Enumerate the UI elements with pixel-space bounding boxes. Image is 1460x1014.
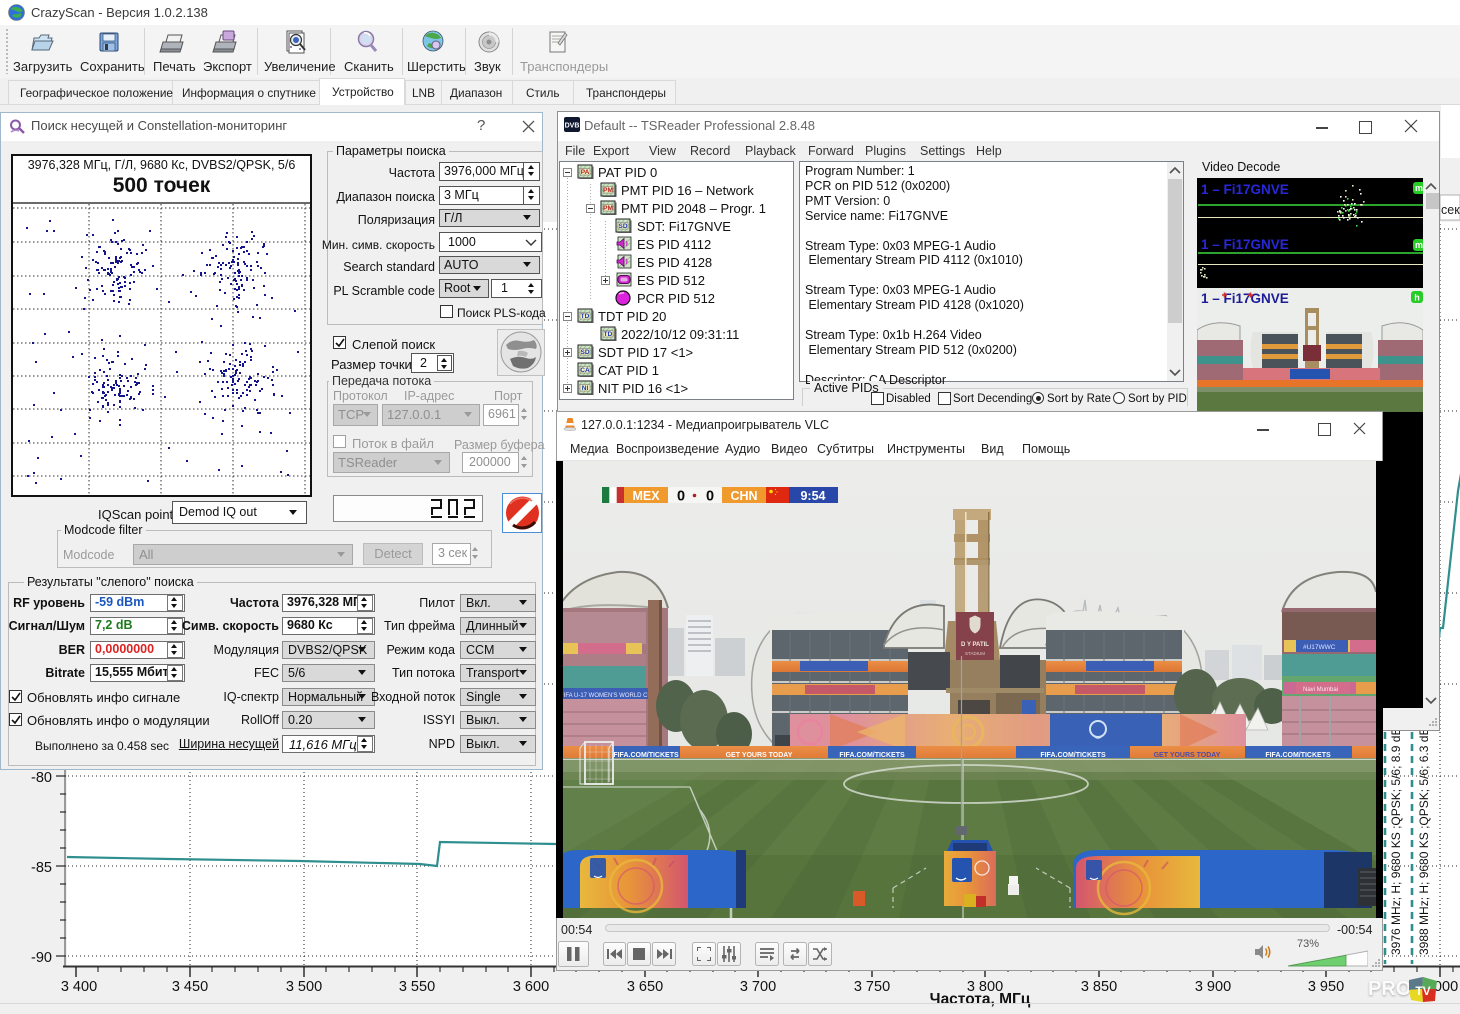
- svg-text:PM: PM: [603, 205, 613, 212]
- svg-text:-80: -80: [31, 770, 52, 786]
- svg-text:SD: SD: [618, 223, 627, 230]
- svg-text:3 750: 3 750: [854, 979, 890, 995]
- svg-text:3 850: 3 850: [1081, 979, 1117, 995]
- svg-text:3 600: 3 600: [513, 979, 549, 995]
- svg-text:3976 MHz; H; 9680 KS ;QPSK; 5/: 3976 MHz; H; 9680 KS ;QPSK; 5/6; 8.9 dB: [1389, 728, 1403, 955]
- svg-text:0: 0: [677, 489, 685, 505]
- svg-text:3 950: 3 950: [1308, 979, 1344, 995]
- svg-text:3988 MHz; H; 9680 KS ;QPSK; 5/: 3988 MHz; H; 9680 KS ;QPSK; 5/6; 6.3 dB: [1417, 728, 1431, 955]
- svg-text:PM: PM: [603, 187, 613, 194]
- svg-text:3 450: 3 450: [172, 979, 208, 995]
- svg-text:h: h: [1414, 293, 1420, 303]
- svg-text:SD: SD: [580, 349, 589, 356]
- svg-text:3 650: 3 650: [627, 979, 663, 995]
- svg-text:DVB: DVB: [565, 123, 580, 130]
- svg-text:CA: CA: [580, 367, 590, 374]
- svg-text:-90: -90: [31, 950, 52, 966]
- svg-text:0: 0: [706, 489, 714, 505]
- svg-text:TD: TD: [581, 313, 590, 320]
- svg-text:3 550: 3 550: [399, 979, 435, 995]
- svg-text:NI: NI: [582, 385, 589, 392]
- svg-text:1 – Fi17GNVE: 1 – Fi17GNVE: [1201, 291, 1289, 306]
- svg-text:Частота, МГц: Частота, МГц: [930, 991, 1031, 1008]
- svg-text:PA: PA: [581, 169, 590, 176]
- svg-text:сек: сек: [1441, 203, 1460, 217]
- svg-text:MEX: MEX: [632, 489, 660, 503]
- svg-text:TD: TD: [604, 331, 613, 338]
- svg-text:TV: TV: [1415, 984, 1430, 998]
- svg-text:9:54: 9:54: [800, 489, 825, 503]
- svg-text:3 400: 3 400: [61, 979, 97, 995]
- svg-text:CHN: CHN: [730, 489, 757, 503]
- svg-text:3 900: 3 900: [1195, 979, 1231, 995]
- svg-text:-85: -85: [31, 860, 52, 876]
- svg-text:3 700: 3 700: [740, 979, 776, 995]
- svg-text:3 500: 3 500: [286, 979, 322, 995]
